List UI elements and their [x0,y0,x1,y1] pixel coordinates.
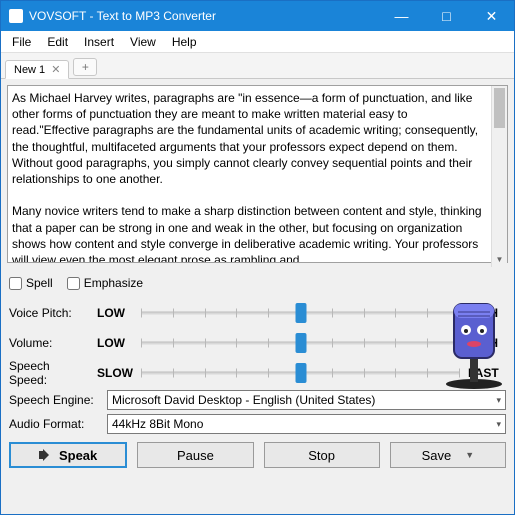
menu-file[interactable]: File [5,33,38,51]
microphone-icon [438,298,510,390]
engine-row: Speech Engine: Microsoft David Desktop -… [1,388,514,412]
volume-slider[interactable] [141,333,460,353]
pitch-slider[interactable] [141,303,460,323]
speed-low: SLOW [97,366,133,380]
format-select[interactable]: 44kHz 8Bit Mono ▾ [107,414,506,434]
menu-help[interactable]: Help [165,33,204,51]
chevron-down-icon: ▾ [496,419,501,430]
text-area-wrap: ▲ ▼ [7,85,508,268]
chevron-down-icon: ▼ [465,450,474,460]
speed-label: Speech Speed: [9,359,89,387]
spell-checkbox[interactable] [9,277,22,290]
app-window: VOVSOFT - Text to MP3 Converter ― □ ✕ Fi… [0,0,515,515]
engine-label: Speech Engine: [9,393,101,407]
tab-active[interactable]: New 1 ✕ [5,60,69,79]
tabbar: New 1 ✕ + [1,53,514,79]
speak-button[interactable]: Speak [9,442,127,468]
menubar: File Edit Insert View Help [1,31,514,53]
pause-button[interactable]: Pause [137,442,253,468]
emphasize-checkbox-label[interactable]: Emphasize [67,276,143,290]
button-row: Speak Pause Stop Save ▼ [1,436,514,476]
scroll-down-icon[interactable]: ▼ [492,251,507,267]
engine-select[interactable]: Microsoft David Desktop - English (Unite… [107,390,506,410]
format-label: Audio Format: [9,417,101,431]
emphasize-checkbox[interactable] [67,277,80,290]
pitch-low: LOW [97,306,133,320]
document-textarea[interactable] [7,85,508,263]
menu-view[interactable]: View [123,33,163,51]
app-icon [9,9,23,23]
titlebar: VOVSOFT - Text to MP3 Converter ― □ ✕ [1,1,514,31]
volume-label: Volume: [9,336,89,350]
maximize-button[interactable]: □ [424,1,469,31]
scrollbar[interactable]: ▲ ▼ [491,86,507,267]
speed-slider[interactable] [141,363,460,383]
chevron-down-icon: ▾ [496,395,501,406]
stop-button[interactable]: Stop [264,442,380,468]
sliders-panel: Voice Pitch: LOW HIGH Volume: LOW HIGH S… [1,296,514,388]
new-tab-button[interactable]: + [73,58,97,76]
options-row: Spell Emphasize [1,274,514,296]
pitch-label: Voice Pitch: [9,306,89,320]
tab-label: New 1 [14,64,45,76]
window-title: VOVSOFT - Text to MP3 Converter [29,9,379,23]
volume-low: LOW [97,336,133,350]
menu-edit[interactable]: Edit [40,33,75,51]
menu-insert[interactable]: Insert [77,33,121,51]
scroll-thumb[interactable] [494,88,505,128]
save-button[interactable]: Save ▼ [390,442,506,468]
tab-close-icon[interactable]: ✕ [51,63,60,76]
spell-checkbox-label[interactable]: Spell [9,276,53,290]
speaker-icon [39,449,53,461]
format-row: Audio Format: 44kHz 8Bit Mono ▾ [1,412,514,436]
close-button[interactable]: ✕ [469,1,514,31]
minimize-button[interactable]: ― [379,1,424,31]
